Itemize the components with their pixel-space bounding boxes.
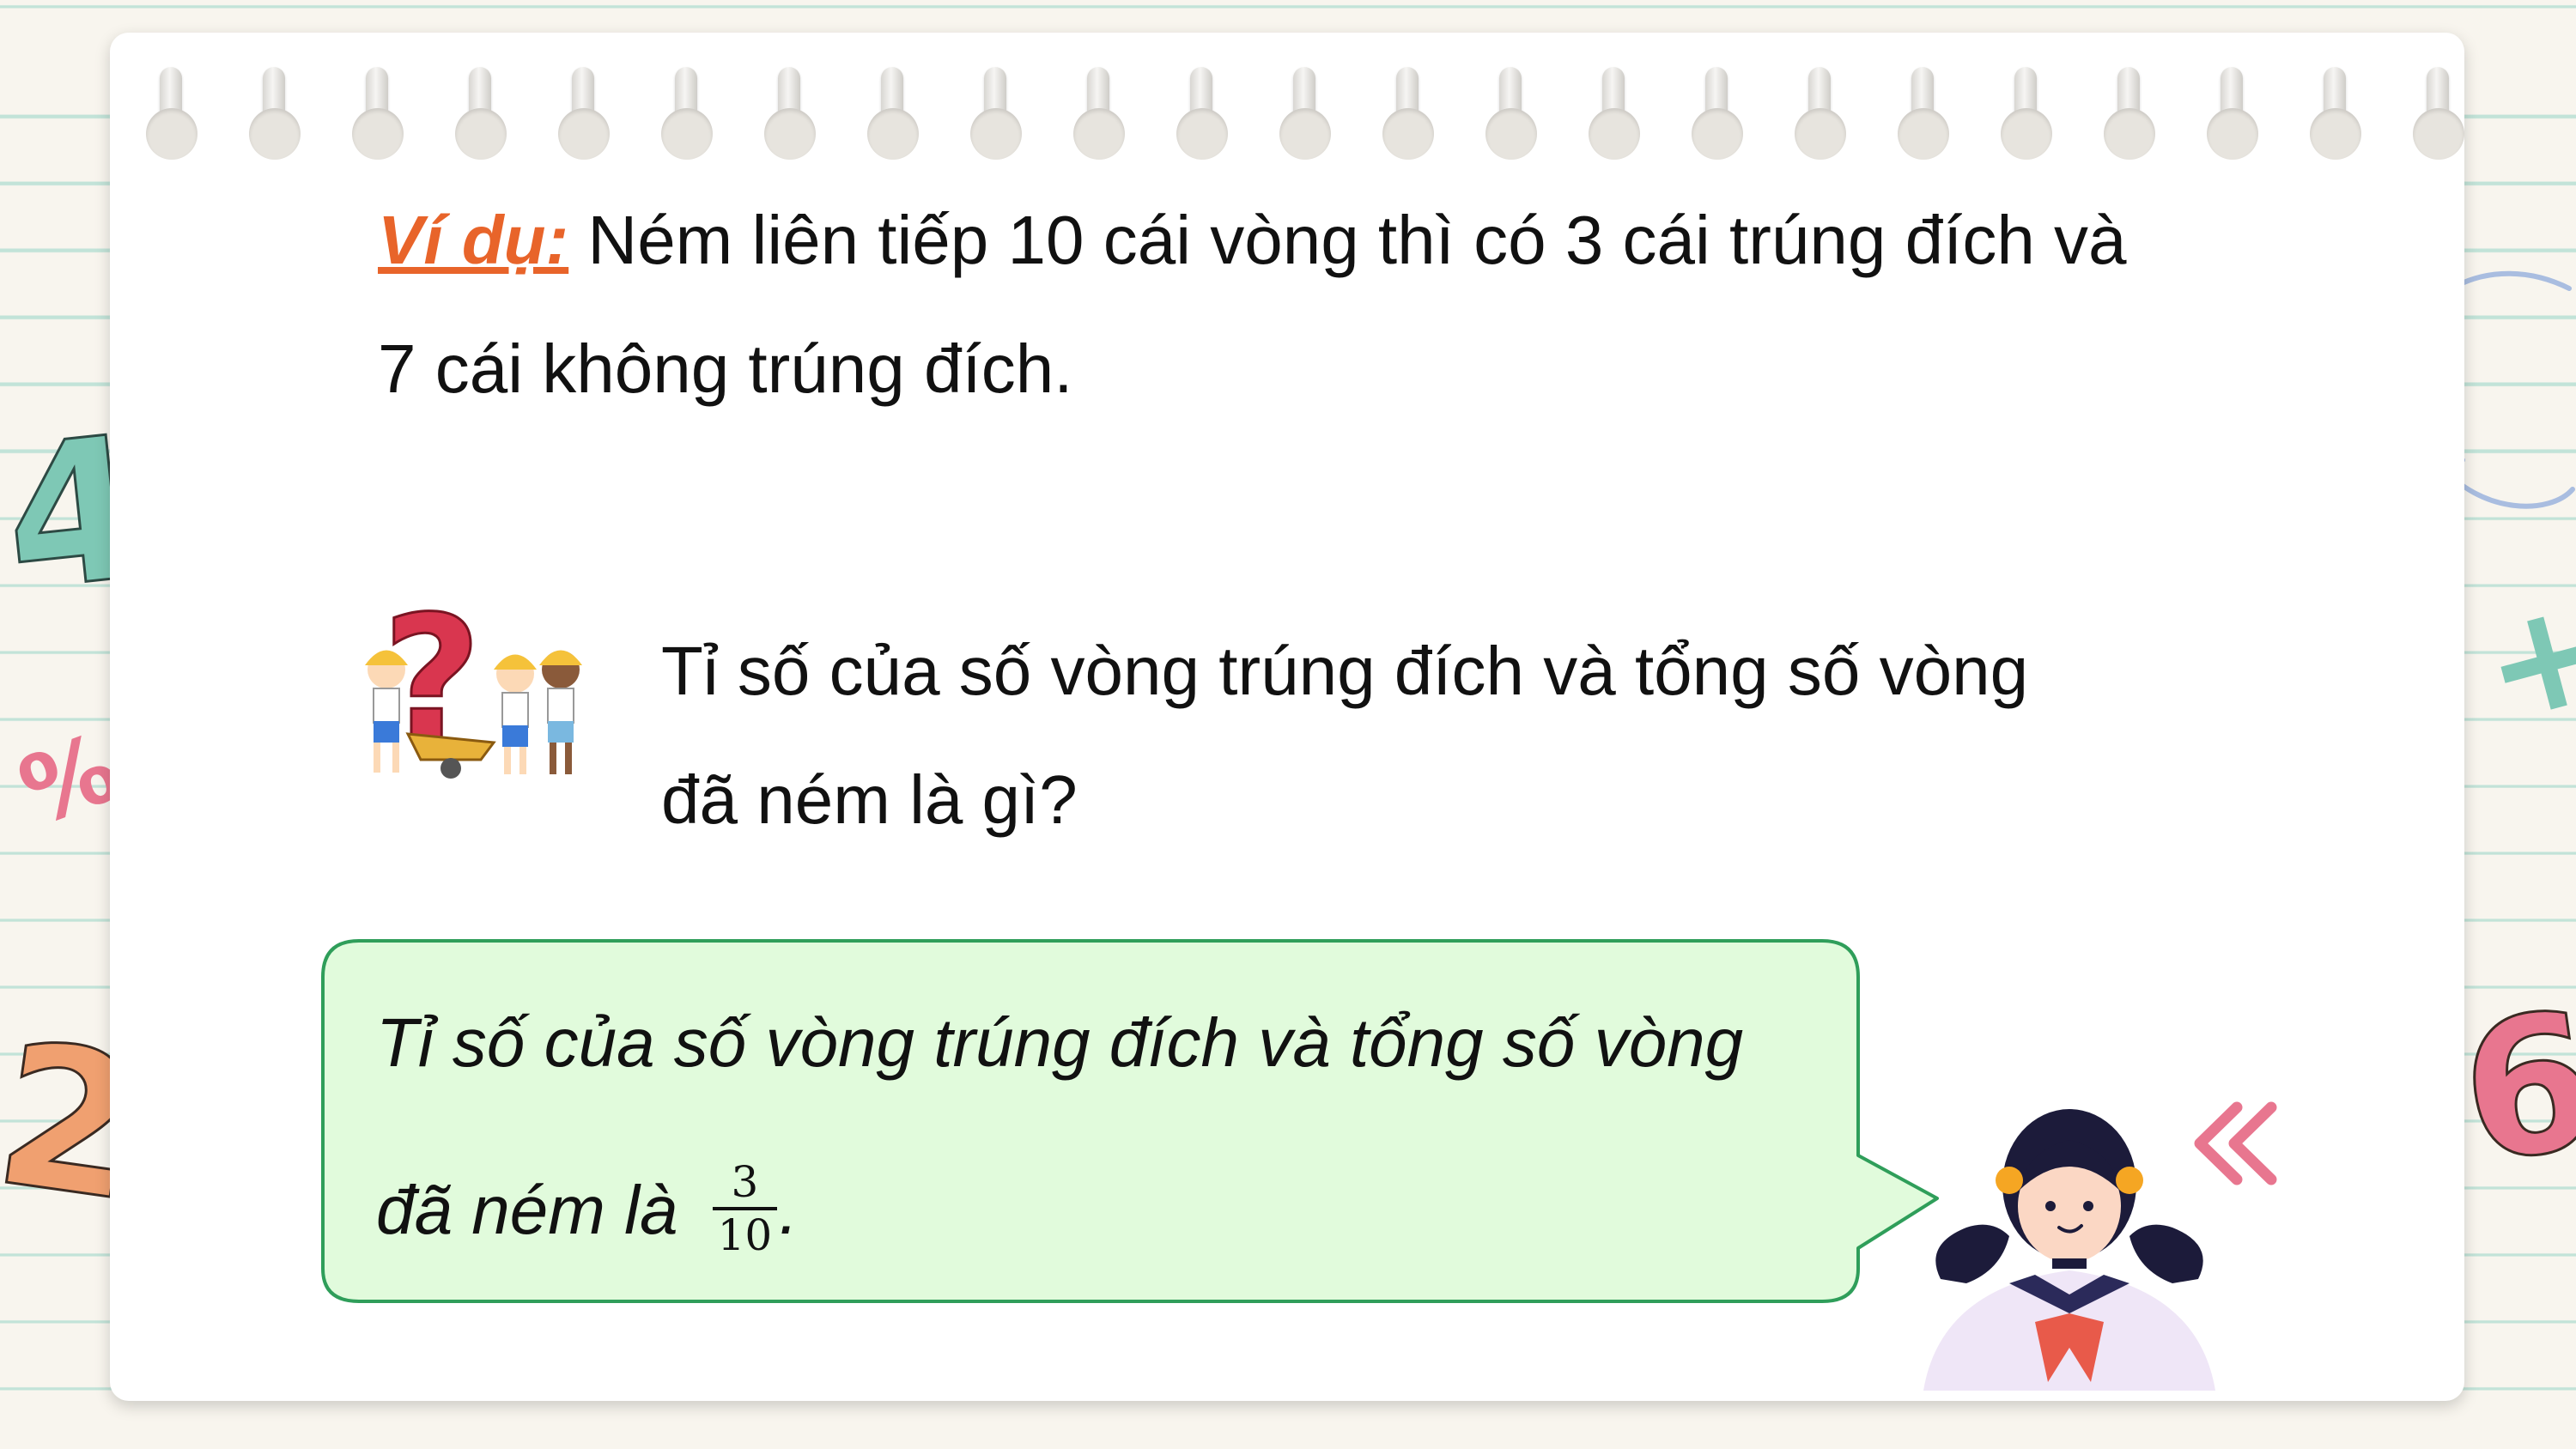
percent-sign-decoration: % [9, 721, 120, 833]
plus-sign-decoration: + [2490, 592, 2576, 730]
binder-hole [970, 108, 1022, 160]
svg-text:%: % [9, 721, 120, 833]
binder-hole [455, 108, 507, 160]
answer-line-1: Tỉ số của số vòng trúng đích và tổng số … [376, 1004, 1744, 1081]
binder-hole [352, 108, 404, 160]
binder-hole [1485, 108, 1537, 160]
binder-hole [558, 108, 610, 160]
binder-hole [1795, 108, 1846, 160]
svg-text:+: + [2490, 592, 2576, 730]
answer-line-2: đã ném là 3 10. [376, 1157, 799, 1267]
binder-hole [146, 108, 197, 160]
answer-prefix: đã ném là [376, 1172, 697, 1248]
binder-hole [2413, 108, 2464, 160]
answer-fraction: 3 10 [712, 1157, 778, 1260]
question-line-1: Tỉ số của số vòng trúng đích và tổng số … [661, 633, 2029, 709]
fraction-denominator: 10 [717, 1210, 773, 1260]
question-line-2: đã ném là gì? [661, 761, 1078, 838]
answer-suffix: . [779, 1172, 799, 1248]
girl-character-illustration [1923, 1109, 2215, 1391]
binder-hole [2001, 108, 2052, 160]
digit-four-decoration: 4 [0, 403, 120, 609]
binder-hole [661, 108, 713, 160]
svg-text:4: 4 [0, 403, 120, 609]
binder-hole [867, 108, 919, 160]
example-line-2: 7 cái không trúng đích. [378, 330, 1073, 407]
fraction-numerator: 3 [712, 1157, 778, 1210]
binder-hole [1176, 108, 1228, 160]
binder-hole [1898, 108, 1949, 160]
binder-hole [2310, 108, 2361, 160]
binder-hole [1073, 108, 1125, 160]
binder-hole [1692, 108, 1743, 160]
example-line-1: Ví dụ: Ném liên tiếp 10 cái vòng thì có … [378, 189, 2127, 292]
binder-hole [1589, 108, 1640, 160]
binder-hole [2207, 108, 2258, 160]
binder-hole [1279, 108, 1331, 160]
example-text-1: Ném liên tiếp 10 cái vòng thì có 3 cái t… [568, 202, 2127, 278]
binder-hole [1382, 108, 1434, 160]
binder-hole [249, 108, 301, 160]
svg-text:2: 2 [0, 1004, 120, 1210]
svg-text:6: 6 [2456, 979, 2576, 1185]
binder-hole [764, 108, 816, 160]
kids-question-illustration: ? [365, 584, 582, 781]
digit-two-decoration: 2 [0, 1004, 120, 1210]
digit-six-decoration: 6 [2456, 979, 2576, 1185]
example-label: Ví dụ: [378, 202, 569, 278]
binder-hole [2104, 108, 2155, 160]
